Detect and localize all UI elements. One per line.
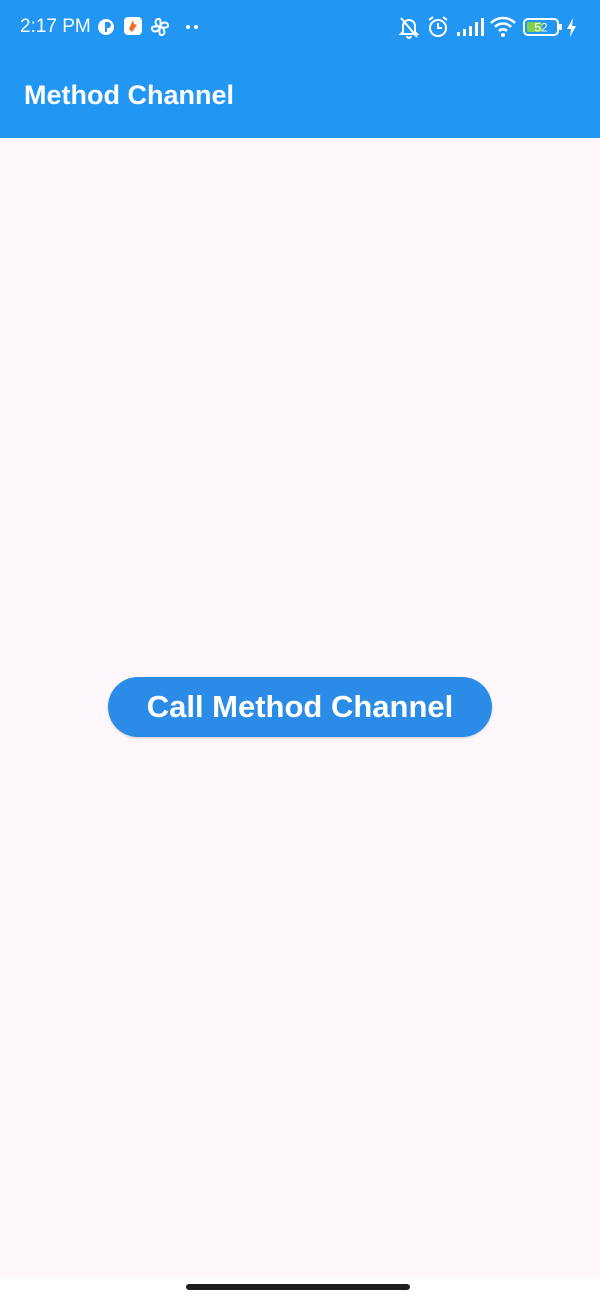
alarm-icon (428, 16, 448, 37)
charging-icon (567, 18, 576, 37)
fan-icon (150, 17, 170, 37)
gesture-navigation-bar (0, 1278, 600, 1300)
wifi-icon (490, 16, 516, 37)
battery-level-text: 52 (534, 21, 548, 35)
main-content: Call Method Channel (0, 138, 600, 1278)
app-bar: Method Channel (0, 56, 600, 138)
call-method-channel-button[interactable]: Call Method Channel (108, 677, 492, 737)
status-time: 2:17 PM (20, 16, 91, 37)
app-notification-icon (124, 17, 142, 35)
pinterest-like-icon (98, 19, 114, 35)
muted-bell-icon (398, 17, 420, 39)
home-indicator[interactable] (186, 1284, 410, 1290)
signal-icon (457, 18, 484, 36)
battery-icon: 52 (523, 18, 562, 36)
page-title: Method Channel (24, 80, 234, 110)
more-dots-icon (186, 25, 198, 29)
status-bar: 2:17 PM 52 (0, 0, 600, 56)
